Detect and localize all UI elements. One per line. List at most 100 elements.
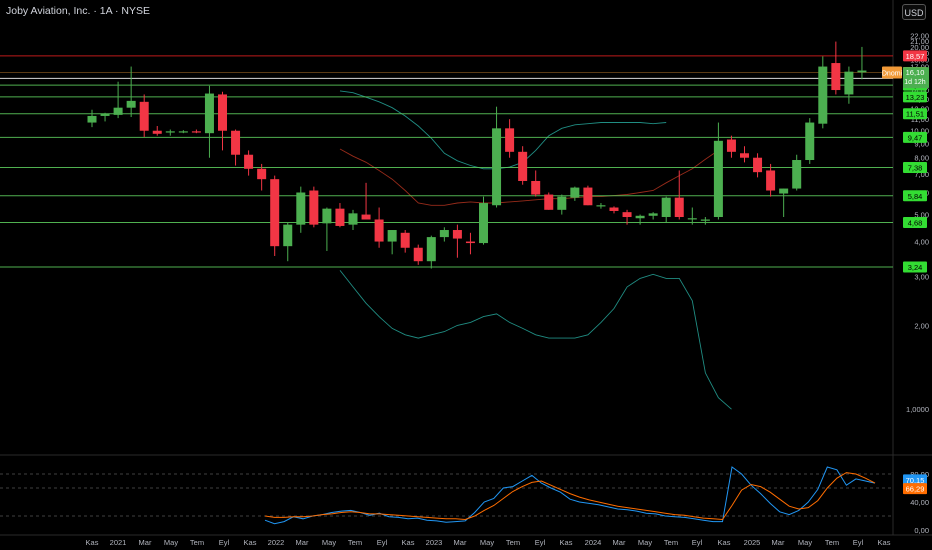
candle-body <box>792 160 802 189</box>
x-tick-label: Tem <box>348 538 362 547</box>
x-tick-label: May <box>798 538 812 547</box>
x-tick-label: May <box>164 538 178 547</box>
x-tick-label: 2022 <box>268 538 285 547</box>
candle-body <box>270 179 280 247</box>
x-tick-label: Mar <box>296 538 309 547</box>
candle-body <box>766 170 776 191</box>
candle-body <box>805 122 815 161</box>
rsi-tick-label: 40,00 <box>910 498 929 507</box>
candle-body <box>218 94 227 131</box>
y-tick-label: 3,00 <box>914 272 929 281</box>
candle-body <box>622 212 632 218</box>
candle-body <box>387 230 397 242</box>
x-tick-label: Kas <box>244 538 257 547</box>
candle-body <box>257 168 267 180</box>
level-label: 7,38 <box>908 163 923 172</box>
candle-body <box>126 100 136 108</box>
candle-body <box>818 66 828 124</box>
candle-body <box>309 190 319 225</box>
candle-body <box>152 130 162 134</box>
x-tick-label: Eyl <box>853 538 864 547</box>
x-tick-label: Kas <box>718 538 731 547</box>
x-tick-label: Tem <box>190 538 204 547</box>
candle-body <box>452 230 462 239</box>
x-tick-label: Kas <box>878 538 891 547</box>
candle-body <box>544 194 554 210</box>
x-tick-label: Eyl <box>377 538 388 547</box>
candle-body <box>844 71 854 95</box>
bollinger-mid-line <box>339 148 719 206</box>
candle-body <box>648 213 658 216</box>
candle-body <box>687 218 697 220</box>
candle-body <box>283 224 293 247</box>
candle-body <box>570 187 580 198</box>
candle-body <box>726 139 736 152</box>
candle-body <box>400 232 410 248</box>
candle-body <box>87 115 97 123</box>
x-tick-label: Mar <box>613 538 626 547</box>
y-tick-label: 1,0000 <box>906 405 929 414</box>
candle-body <box>583 187 593 206</box>
annotation-label: Dnomi <box>882 70 903 77</box>
y-tick-label: 4,00 <box>914 238 929 247</box>
candle-body <box>753 157 763 173</box>
x-tick-label: Tem <box>825 538 839 547</box>
rsi-value-label: 66,29 <box>906 485 925 494</box>
candle-body <box>361 214 371 220</box>
y-tick-label: 22,00 <box>910 31 929 40</box>
candle-body <box>191 131 201 133</box>
x-tick-label: May <box>638 538 652 547</box>
candle-body <box>165 131 175 133</box>
candle-body <box>596 205 606 207</box>
level-label: 18,57 <box>906 52 925 61</box>
x-tick-label: Kas <box>402 538 415 547</box>
candle-body <box>661 197 671 218</box>
candle-body <box>635 215 645 219</box>
x-tick-label: 2025 <box>744 538 761 547</box>
candle-body <box>779 188 789 194</box>
x-tick-label: Eyl <box>219 538 230 547</box>
x-tick-label: Tem <box>664 538 678 547</box>
x-tick-label: 2024 <box>585 538 602 547</box>
candle-body <box>178 131 188 133</box>
candle-body <box>479 203 488 244</box>
bollinger-lower-line <box>339 270 732 410</box>
x-tick-label: May <box>480 538 494 547</box>
candle-body <box>439 230 449 238</box>
y-tick-label: 8,00 <box>914 154 929 163</box>
x-tick-label: May <box>322 538 336 547</box>
candle-body <box>322 208 332 224</box>
candle-body <box>100 113 110 116</box>
candle-body <box>700 219 710 221</box>
candle-body <box>557 196 567 210</box>
candle-body <box>857 70 867 73</box>
x-tick-label: 2021 <box>110 538 127 547</box>
candle-body <box>374 219 384 242</box>
candle-body <box>492 128 502 206</box>
chart-stage: Joby Aviation, Inc. · 1A · NYSE USD 1,00… <box>0 0 932 550</box>
x-tick-label: Kas <box>86 538 99 547</box>
candle-body <box>413 247 423 262</box>
countdown-label: 1d 12h <box>904 79 926 86</box>
x-tick-label: Mar <box>139 538 152 547</box>
candle-body <box>335 208 345 226</box>
x-tick-label: Kas <box>560 538 573 547</box>
x-tick-label: Eyl <box>692 538 703 547</box>
price-chart[interactable]: 1,00002,003,004,005,006,007,008,009,0010… <box>0 0 932 550</box>
candle-body <box>296 192 306 225</box>
rsi-tick-label: 0,00 <box>914 526 929 535</box>
candle-body <box>609 207 619 211</box>
x-tick-label: Tem <box>506 538 520 547</box>
candle-body <box>244 154 254 169</box>
level-label: 13,23 <box>906 93 925 102</box>
last-price-label: 16,10 <box>906 68 925 77</box>
candle-body <box>231 130 241 155</box>
level-label: 11,51 <box>906 110 924 119</box>
candle-body <box>426 237 436 262</box>
x-tick-label: Mar <box>772 538 785 547</box>
candle-body <box>204 93 214 134</box>
x-tick-label: 2023 <box>426 538 443 547</box>
candle-body <box>139 101 149 131</box>
candle-body <box>740 153 749 158</box>
candle-body <box>113 107 123 115</box>
